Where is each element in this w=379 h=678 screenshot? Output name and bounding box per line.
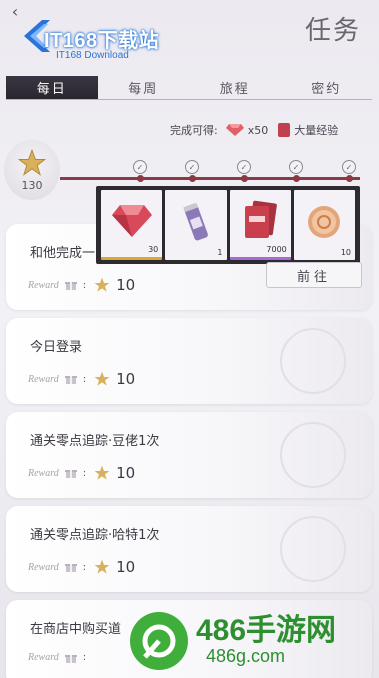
watermark-main-text: 486手游网	[196, 613, 337, 647]
can-icon	[183, 202, 208, 240]
star-icon	[94, 465, 110, 480]
gift-icon	[64, 470, 77, 478]
milestone-dot	[189, 175, 196, 182]
task-card[interactable]: 通关零点追踪·豆佬1次 Reward : 10	[6, 412, 372, 498]
exp-book-icon	[278, 123, 291, 137]
tab-date[interactable]: 密约	[281, 76, 373, 99]
page-title: 任务	[304, 16, 361, 46]
watermark: 486手游网 486g.com	[130, 612, 336, 670]
logo-main-text: IT168下载站	[44, 30, 160, 52]
gem-amount: x50	[247, 123, 269, 137]
reward-item-coin[interactable]: 10	[293, 190, 355, 260]
task-card[interactable]: 通关零点追踪·哈特1次 Reward : 10	[6, 506, 372, 592]
task-reward: Reward : 10	[28, 464, 136, 482]
tab-journey[interactable]: 旅程	[189, 76, 281, 99]
task-reward: Reward :	[28, 652, 87, 663]
exp-book-icon	[245, 200, 277, 239]
star-icon	[94, 371, 110, 386]
reward-amount: 10	[116, 558, 136, 576]
item-count: 10	[340, 248, 351, 257]
reward-amount: 10	[116, 276, 136, 294]
completion-reward: 完成可得: x50 大量经验	[170, 122, 338, 138]
reward-amount: 10	[116, 464, 136, 482]
star-icon	[94, 277, 110, 292]
milestone-check-icon[interactable]: ✓	[289, 160, 303, 174]
reward-label: Reward	[28, 373, 59, 385]
points-value: 130	[21, 178, 43, 192]
task-reward: Reward : 10	[28, 370, 136, 388]
watermark-logo-icon	[130, 612, 188, 670]
task-name: 在商店中购买道	[30, 622, 122, 637]
task-name: 和他完成一	[30, 246, 96, 261]
milestone-check-icon[interactable]: ✓	[185, 160, 199, 174]
reward-label: Reward	[28, 467, 59, 479]
task-reward: Reward : 10	[28, 276, 136, 294]
task-name: 今日登录	[30, 340, 83, 355]
gift-icon	[64, 654, 77, 663]
points-badge: 130	[4, 140, 60, 200]
milestone-dot	[293, 175, 300, 182]
task-name: 通关零点追踪·哈特1次	[30, 528, 160, 543]
progress-bar	[60, 177, 360, 180]
coin-icon	[308, 205, 341, 238]
milestone-check-icon[interactable]: ✓	[342, 160, 356, 174]
reward-item-can[interactable]: 1	[165, 190, 227, 260]
reward-label: Reward	[28, 652, 59, 663]
exp-label: 大量经验	[294, 124, 339, 137]
milestone-dot	[346, 175, 353, 182]
tab-weekly[interactable]: 每周	[98, 76, 190, 99]
star-icon	[17, 148, 47, 176]
completed-check-icon	[280, 422, 346, 488]
star-icon	[94, 559, 110, 574]
item-count: 1	[217, 248, 223, 257]
gift-icon	[64, 282, 77, 290]
completed-check-icon	[280, 516, 346, 582]
milestone-dot	[137, 175, 144, 182]
milestone-reward-popup: 30 1 7000 10	[96, 186, 360, 264]
diamond-icon	[111, 205, 152, 238]
reward-label: Reward	[28, 561, 59, 573]
reward-item-exp-book[interactable]: 7000	[229, 190, 291, 260]
milestone-dot	[241, 175, 248, 182]
milestone-check-icon[interactable]: ✓	[237, 160, 251, 174]
completion-label: 完成可得:	[170, 124, 218, 137]
gift-icon	[64, 376, 77, 384]
diamond-icon	[225, 124, 244, 136]
go-button[interactable]: 前往	[266, 262, 362, 288]
tab-daily[interactable]: 每日	[6, 76, 98, 99]
item-count: 7000	[266, 245, 287, 254]
task-card[interactable]: 今日登录 Reward : 10	[6, 318, 372, 404]
task-reward: Reward : 10	[28, 558, 136, 576]
reward-amount: 10	[116, 370, 136, 388]
task-name: 通关零点追踪·豆佬1次	[30, 434, 160, 449]
reward-label: Reward	[28, 279, 59, 291]
completed-check-icon	[280, 328, 346, 394]
item-count: 30	[148, 245, 159, 254]
watermark-sub-text: 486g.com	[206, 645, 286, 666]
gift-icon	[64, 564, 77, 572]
milestone-check-icon[interactable]: ✓	[133, 160, 147, 174]
logo-sub-text: IT168 Download	[56, 50, 129, 61]
reward-item-diamond[interactable]: 30	[101, 190, 163, 260]
site-logo: IT168下载站 IT168 Download	[14, 10, 214, 70]
tab-bar: 每日 每周 旅程 密约	[6, 76, 372, 100]
